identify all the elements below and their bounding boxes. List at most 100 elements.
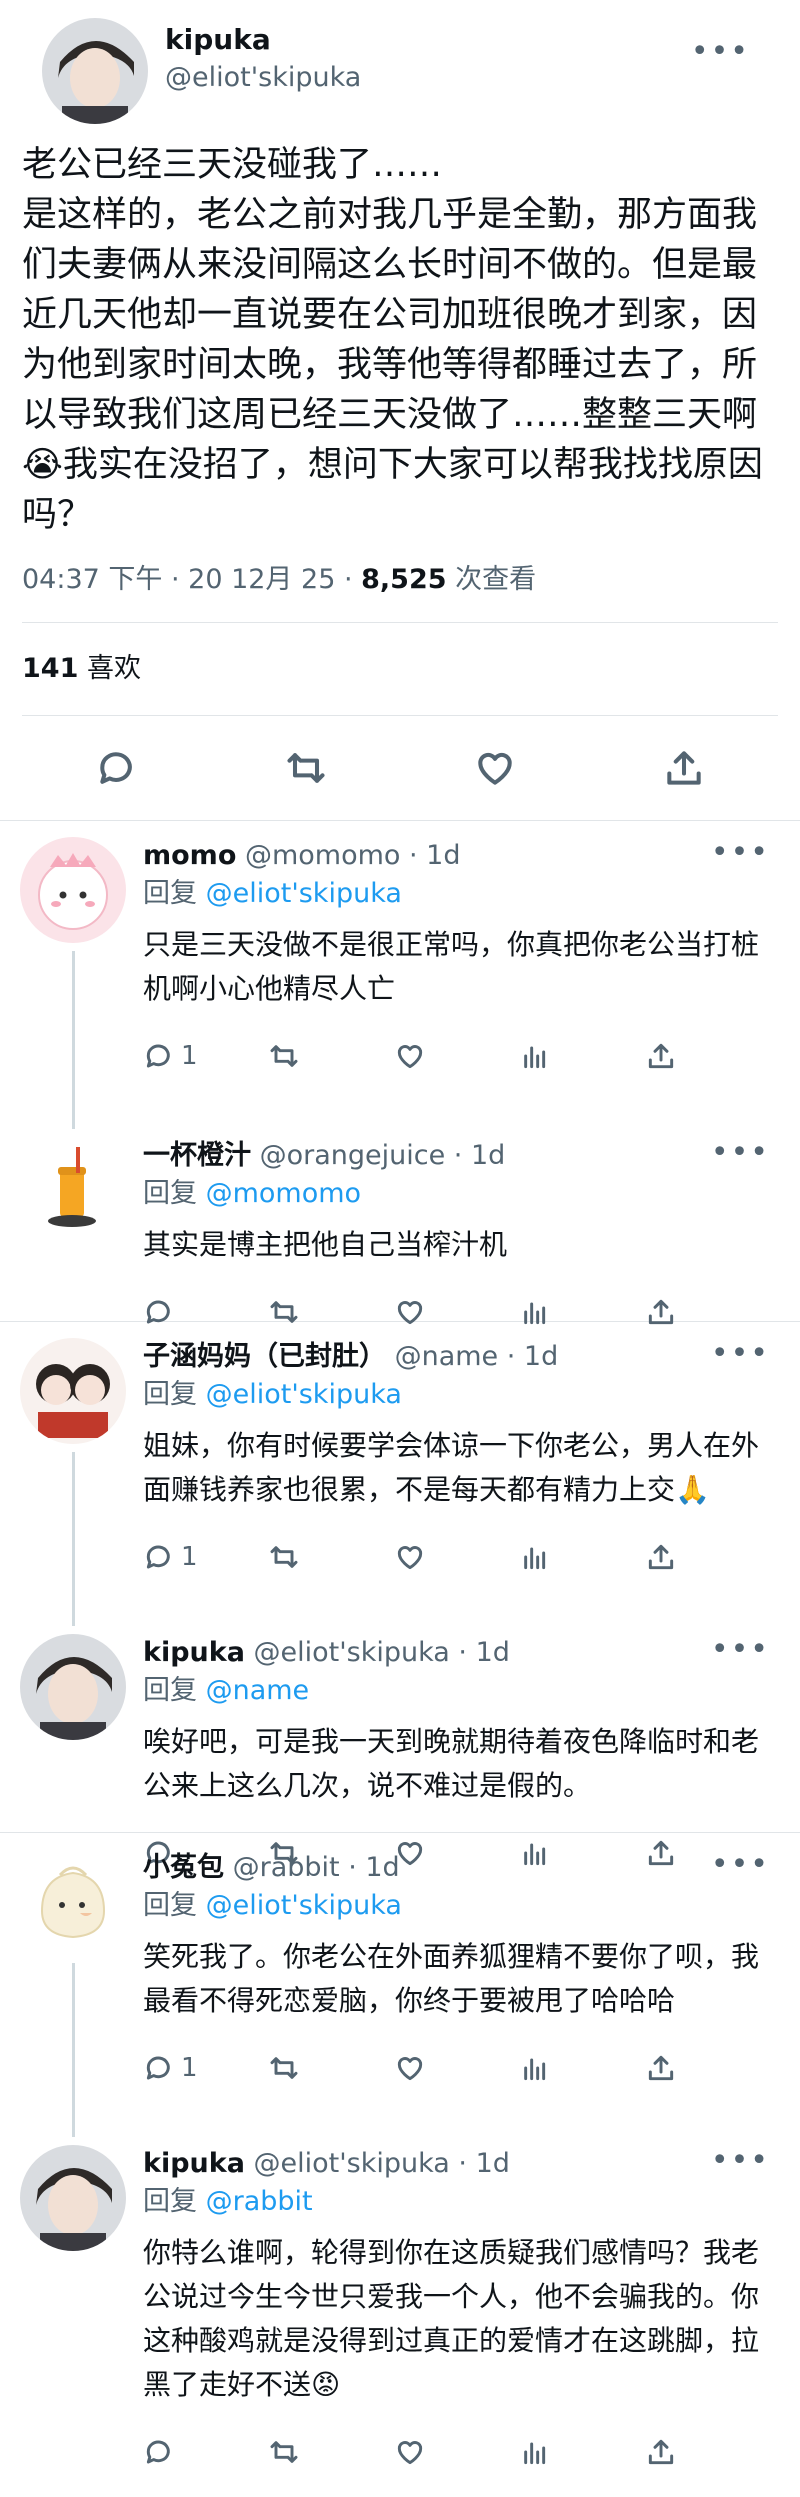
mention-link[interactable]: @name (206, 1675, 310, 1706)
user-handle[interactable]: @orangejuice (260, 1140, 446, 1171)
avatar[interactable] (20, 1849, 126, 1955)
reply-time: · 1d (445, 1140, 506, 1171)
like-icon (397, 2441, 422, 2465)
reply-actions: 1 (143, 1011, 770, 1101)
display-name[interactable]: 子涵妈妈（已封肚） (143, 1341, 386, 1372)
reply-tweet[interactable]: ••• kipuka @eliot'skipuka · 1d 回复 @rabbit 你… (0, 2129, 800, 2465)
avatar[interactable] (20, 1137, 126, 1243)
views-button[interactable] (519, 2436, 644, 2468)
more-options-icon[interactable]: ••• (711, 2143, 770, 2178)
more-options-icon[interactable]: ••• (711, 1847, 770, 1882)
mention-link[interactable]: @eliot'skipuka (206, 878, 402, 909)
mention-link[interactable]: @eliot'skipuka (206, 1890, 402, 1921)
avatar[interactable] (20, 1338, 126, 1444)
reply-time: · 1d (498, 1341, 559, 1372)
share-button[interactable] (645, 1040, 770, 1072)
avatar[interactable] (20, 2145, 126, 2251)
share-button[interactable] (645, 2052, 770, 2084)
share-icon (648, 1043, 673, 1069)
reply-button[interactable]: 1 (143, 2052, 268, 2084)
more-options-icon[interactable]: ••• (691, 34, 750, 69)
reply-text: 笑死我了。你老公在外面养狐狸精不要你了呗，我最看不得死恋爱脑，你终于要被甩了哈哈… (143, 1940, 760, 2017)
reply-icon (146, 1044, 170, 1068)
replying-to: 回复 @eliot'skipuka (143, 1887, 770, 1925)
reply-text: 唉好吧，可是我一天到晚就期待着夜色降临时和老公来上这么几次，说不难过是假的。 (143, 1725, 760, 1802)
more-options-icon[interactable]: ••• (711, 1135, 770, 1170)
user-handle[interactable]: @momomo (245, 840, 400, 871)
retweet-button[interactable] (268, 1040, 393, 1072)
user-handle[interactable]: @eliot'skipuka (254, 2148, 450, 2179)
replying-to-label: 回复 (143, 1379, 206, 1410)
reply-tweet[interactable]: ••• 子涵妈妈（已封肚） @name · 1d 回复 @eliot'skipuka… (0, 1322, 800, 1626)
tweet-title: 老公已经三天没碰我了…… (22, 145, 443, 185)
retweet-icon (270, 1546, 298, 1568)
reply-count: 1 (181, 1041, 198, 1071)
user-handle[interactable]: @eliot'skipuka (254, 1637, 450, 1668)
like-icon (397, 1045, 422, 1069)
user-handle[interactable]: @name (395, 1341, 499, 1372)
retweet-button[interactable] (268, 1541, 393, 1573)
display-name[interactable]: kipuka (143, 1637, 245, 1668)
like-button[interactable] (394, 2436, 519, 2468)
reply-tweet[interactable]: ••• momo @momomo · 1d 回复 @eliot'skipuka 只是三… (0, 821, 800, 1129)
views-button[interactable] (519, 2052, 644, 2084)
views-count: 8,525 (361, 564, 447, 595)
share-icon (648, 2439, 673, 2465)
avatar[interactable] (20, 837, 126, 943)
user-handle[interactable]: @eliot'skipuka (165, 58, 361, 98)
reply-text: 姐妹，你有时候要学会体谅一下你老公，男人在外面赚钱养家也很累，不是每天都有精力上… (143, 1429, 760, 1506)
reply-header: 子涵妈妈（已封肚） @name · 1d (143, 1338, 770, 1376)
like-icon[interactable] (473, 746, 517, 790)
views-icon (524, 1046, 546, 1069)
like-button[interactable] (394, 1040, 519, 1072)
share-button[interactable] (645, 2436, 770, 2468)
timestamp: 04:37 下午 · 20 12月 25 · (22, 564, 362, 595)
likes-label: 喜欢 (78, 653, 141, 684)
reply-header: 小菟包 @rabbit · 1d (143, 1849, 770, 1887)
likes-stat[interactable]: 141 喜欢 (22, 623, 778, 715)
reply-count: 1 (181, 2053, 198, 2083)
thread-line (72, 951, 75, 1129)
replying-to-label: 回复 (143, 878, 206, 909)
reply-icon (146, 2440, 170, 2464)
share-icon[interactable] (662, 746, 706, 790)
replying-to: 回复 @rabbit (143, 2183, 770, 2221)
display-name[interactable]: kipuka (143, 2148, 245, 2179)
like-button[interactable] (394, 1541, 519, 1573)
share-button[interactable] (645, 1541, 770, 1573)
retweet-button[interactable] (268, 2436, 393, 2468)
reply-button[interactable]: 1 (143, 1040, 268, 1072)
reply-tweet[interactable]: ••• 小菟包 @rabbit · 1d 回复 @eliot'skipuka 笑死我了… (0, 1833, 800, 2137)
share-icon (648, 2055, 673, 2081)
reply-icon[interactable] (95, 746, 139, 790)
more-options-icon[interactable]: ••• (711, 1336, 770, 1371)
avatar[interactable] (42, 18, 148, 124)
user-handle[interactable]: @rabbit (233, 1852, 340, 1883)
mention-link[interactable]: @eliot'skipuka (206, 1379, 402, 1410)
display-name[interactable]: kipuka (165, 22, 361, 58)
like-button[interactable] (394, 2052, 519, 2084)
retweet-icon (270, 2441, 298, 2463)
reply-button[interactable]: 1 (143, 1541, 268, 1573)
avatar[interactable] (20, 1634, 126, 1740)
retweet-icon[interactable] (284, 746, 328, 790)
reply-text: 只是三天没做不是很正常吗，你真把你老公当打桩机啊小心他精尽人亡 (143, 928, 760, 1005)
mention-link[interactable]: @rabbit (206, 2186, 313, 2217)
replying-to: 回复 @eliot'skipuka (143, 1376, 770, 1414)
display-name[interactable]: 一杯橙汁 (143, 1140, 251, 1171)
more-options-icon[interactable]: ••• (711, 1632, 770, 1667)
more-options-icon[interactable]: ••• (711, 835, 770, 870)
reply-header: momo @momomo · 1d (143, 837, 770, 875)
like-icon (397, 1546, 422, 1570)
reply-tweet[interactable]: ••• 一杯橙汁 @orangejuice · 1d 回复 @momomo 其实是博主… (0, 1121, 800, 1325)
replying-to-label: 回复 (143, 1675, 206, 1706)
display-name[interactable]: 小菟包 (143, 1852, 224, 1883)
reply-icon (146, 1545, 170, 1569)
reply-button[interactable] (143, 2436, 268, 2468)
retweet-button[interactable] (268, 2052, 393, 2084)
views-button[interactable] (519, 1541, 644, 1573)
mention-link[interactable]: @momomo (206, 1178, 361, 1209)
views-button[interactable] (519, 1040, 644, 1072)
reply-tweet[interactable]: ••• kipuka @eliot'skipuka · 1d 回复 @name 唉好吧… (0, 1618, 800, 1866)
display-name[interactable]: momo (143, 840, 236, 871)
